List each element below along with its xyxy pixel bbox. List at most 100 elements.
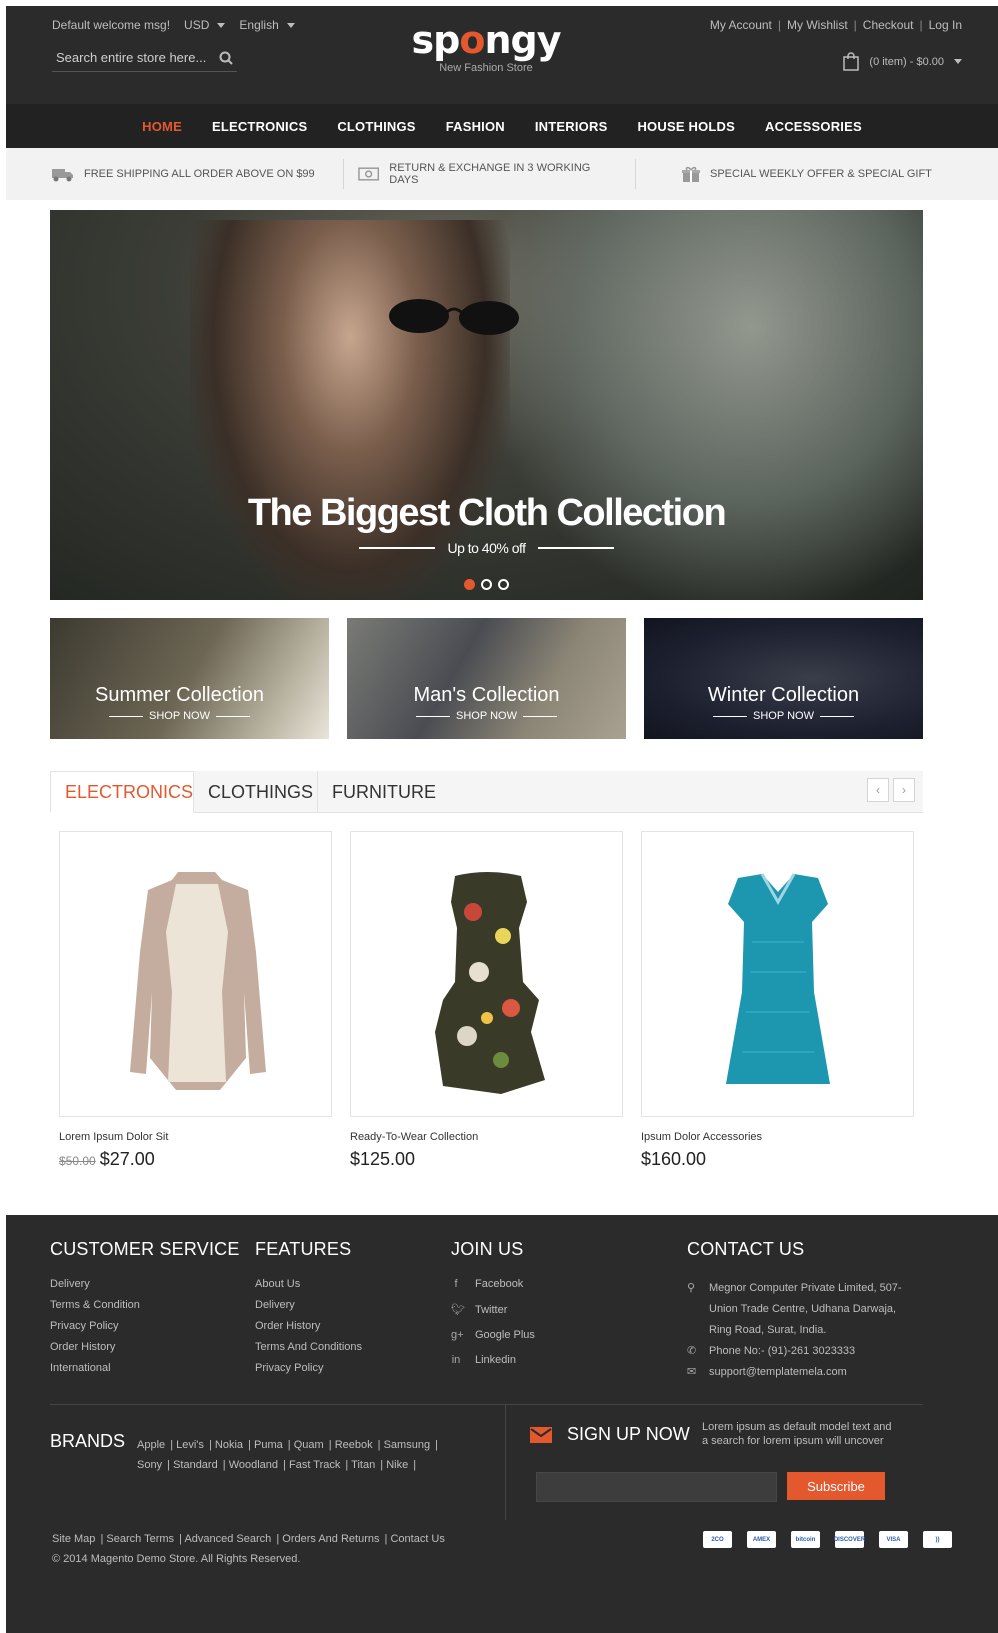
brand-link[interactable]: Standard	[173, 1459, 218, 1471]
login-link[interactable]: Log In	[929, 18, 962, 32]
social-google-plus[interactable]: g+ Google Plus	[451, 1329, 535, 1341]
account-links: My Account | My Wishlist | Checkout | Log I…	[710, 18, 962, 32]
product-name[interactable]: Ipsum Dolor Accessories	[641, 1131, 914, 1143]
footer-bottom-link[interactable]: Advanced Search	[184, 1533, 271, 1545]
slider-dot-2[interactable]	[481, 579, 492, 590]
nav-fashion[interactable]: FASHION	[446, 119, 505, 134]
footer-bottom-link[interactable]: Orders And Returns	[282, 1533, 379, 1545]
brand-link[interactable]: Sony	[137, 1459, 162, 1471]
header: Default welcome msg! USD English spongy …	[6, 6, 998, 104]
footer-link[interactable]: Delivery	[50, 1278, 240, 1290]
footer-link[interactable]: Order History	[50, 1341, 240, 1353]
my-account-link[interactable]: My Account	[710, 18, 772, 32]
product-card[interactable]: Ready-To-Wear Collection $125.00	[350, 831, 623, 1170]
footer-link[interactable]: About Us	[255, 1278, 362, 1290]
language-select[interactable]: English	[239, 18, 295, 32]
footer-link[interactable]: Delivery	[255, 1299, 362, 1311]
footer-bottom-link[interactable]: Contact Us	[390, 1533, 444, 1545]
shop-now-link[interactable]: SHOP NOW	[753, 710, 814, 722]
brand-link[interactable]: Titan	[351, 1459, 375, 1471]
product-image[interactable]	[641, 831, 914, 1117]
contact-email[interactable]: ✉ support@templatemela.com	[687, 1362, 927, 1383]
product-image[interactable]	[350, 831, 623, 1117]
brand-link[interactable]: Quam	[294, 1439, 324, 1451]
banner-summer[interactable]: Summer Collection SHOP NOW	[50, 618, 329, 739]
chevron-left-icon[interactable]: ‹	[867, 778, 889, 802]
divider	[819, 715, 854, 717]
footer-link[interactable]: Order History	[255, 1320, 362, 1332]
chevron-right-icon[interactable]: ›	[893, 778, 915, 802]
shop-now-link[interactable]: SHOP NOW	[149, 710, 210, 722]
social-linkedin[interactable]: in Linkedin	[451, 1354, 535, 1366]
brand-link[interactable]: Woodland	[229, 1459, 278, 1471]
product-name[interactable]: Lorem Ipsum Dolor Sit	[59, 1131, 332, 1143]
slider-dot-1[interactable]	[464, 579, 475, 590]
social-twitter[interactable]: 🐦︎ Twitter	[451, 1303, 535, 1317]
banner-title: Summer Collection	[95, 684, 264, 706]
envelope-icon	[530, 1427, 552, 1443]
brand-link[interactable]: Levi's	[176, 1439, 204, 1451]
product-name[interactable]: Ready-To-Wear Collection	[350, 1131, 623, 1143]
search-icon[interactable]	[219, 51, 233, 65]
footer-link[interactable]: Terms & Condition	[50, 1299, 240, 1311]
product-card[interactable]: Ipsum Dolor Accessories $160.00	[641, 831, 914, 1170]
banner-man[interactable]: Man's Collection SHOP NOW	[347, 618, 626, 739]
brand-link[interactable]: Nike	[386, 1459, 408, 1471]
brand-link[interactable]: Puma	[254, 1439, 283, 1451]
visa-card-icon: VISA	[879, 1531, 908, 1548]
slider-dot-3[interactable]	[498, 579, 509, 590]
product-price-row: $50.00 $27.00	[59, 1149, 332, 1170]
currency-select[interactable]: USD	[184, 18, 226, 32]
brand-link[interactable]: Fast Track	[289, 1459, 340, 1471]
footer-link[interactable]: Terms And Conditions	[255, 1341, 362, 1353]
money-icon	[358, 167, 380, 181]
separator: |	[919, 18, 923, 32]
address-line: Ring Road, Surat, India.	[709, 1324, 827, 1336]
subscribe-button[interactable]: Subscribe	[787, 1472, 885, 1500]
dress-image	[726, 873, 830, 1084]
product-image[interactable]	[59, 831, 332, 1117]
my-wishlist-link[interactable]: My Wishlist	[787, 18, 848, 32]
nav-house-holds[interactable]: HOUSE HOLDS	[637, 119, 735, 134]
social-facebook[interactable]: f Facebook	[451, 1278, 535, 1290]
nav-accessories[interactable]: ACCESSORIES	[765, 119, 862, 134]
footer-bottom-link[interactable]: Site Map	[52, 1533, 95, 1545]
product-price: $160.00	[641, 1149, 707, 1169]
product-price: $125.00	[350, 1149, 416, 1169]
product-card[interactable]: Lorem Ipsum Dolor Sit $50.00 $27.00	[59, 831, 332, 1170]
truck-icon	[52, 169, 73, 182]
banner-title: Man's Collection	[413, 684, 560, 706]
tab-electronics[interactable]: ELECTRONICS	[50, 771, 194, 813]
banner-winter[interactable]: Winter Collection SHOP NOW	[644, 618, 923, 739]
footer-bottom-link[interactable]: Search Terms	[106, 1533, 174, 1545]
hero-slider[interactable]: The Biggest Cloth Collection Up to 40% o…	[50, 210, 923, 600]
tab-clothings[interactable]: CLOTHINGS	[194, 771, 318, 813]
product-price-row: $160.00	[641, 1149, 914, 1170]
nav-interiors[interactable]: INTERIORS	[535, 119, 608, 134]
nav-electronics[interactable]: ELECTRONICS	[212, 119, 307, 134]
brand-link[interactable]: Apple	[137, 1439, 165, 1451]
search-input[interactable]	[56, 50, 206, 65]
brand-link[interactable]: Reebok	[335, 1439, 373, 1451]
checkout-link[interactable]: Checkout	[863, 18, 914, 32]
divider	[109, 715, 144, 717]
separator: |	[853, 18, 857, 32]
newsletter-email-input[interactable]	[536, 1472, 777, 1502]
logo[interactable]: spongy New Fashion Store	[406, 20, 566, 74]
brand-link[interactable]: Samsung	[384, 1439, 430, 1451]
footer-link[interactable]: Privacy Policy	[50, 1320, 240, 1332]
collection-banners: Summer Collection SHOP NOW Man's Collect…	[50, 618, 923, 739]
nav-home[interactable]: HOME	[142, 119, 182, 134]
chevron-down-icon	[286, 22, 295, 28]
shop-now-link[interactable]: SHOP NOW	[456, 710, 517, 722]
customer-service-column: CUSTOMER SERVICE Delivery Terms & Condit…	[50, 1239, 240, 1383]
nav-clothings[interactable]: CLOTHINGS	[337, 119, 415, 134]
email-text: support@templatemela.com	[709, 1366, 847, 1378]
brand-link[interactable]: Nokia	[215, 1439, 243, 1451]
dress-image	[435, 872, 545, 1094]
footer-link[interactable]: Privacy Policy	[255, 1362, 362, 1374]
tab-furniture[interactable]: FURNITURE	[318, 771, 442, 813]
cart-summary[interactable]: (0 item) - $0.00	[843, 52, 962, 71]
divider	[359, 547, 436, 549]
footer-link[interactable]: International	[50, 1362, 240, 1374]
